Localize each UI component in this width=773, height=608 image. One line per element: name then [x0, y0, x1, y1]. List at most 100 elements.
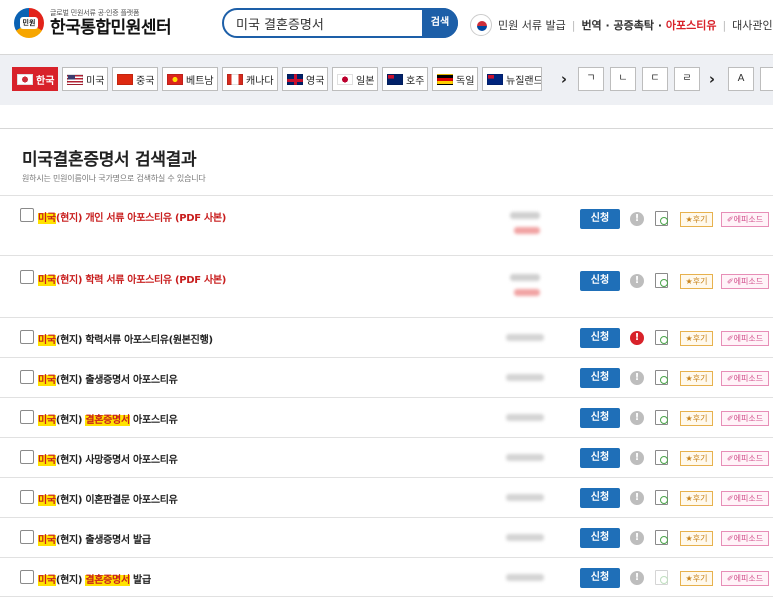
country-tab-canada[interactable]: 캐나다: [222, 67, 278, 91]
result-checkbox[interactable]: [20, 208, 34, 222]
review-button[interactable]: ★후기: [680, 212, 713, 227]
review-button[interactable]: ★후기: [680, 274, 713, 289]
letter-filter-nieun[interactable]: ㄴ: [610, 67, 636, 91]
review-button[interactable]: ★후기: [680, 451, 713, 466]
letter-next-arrow-icon[interactable]: ›: [704, 67, 720, 91]
info-icon[interactable]: !: [630, 371, 644, 385]
episode-button[interactable]: ✐에피소드: [721, 212, 769, 227]
document-preview-icon[interactable]: [655, 330, 668, 345]
result-name[interactable]: 미국(현지) 결혼증명서 아포스티유: [38, 411, 178, 426]
country-tab-korea[interactable]: 한국: [12, 67, 58, 91]
document-preview-icon[interactable]: [655, 211, 668, 226]
result-row: 미국(현지) 학력서류 아포스티유(원본진행) 신청 ! ★후기 ✐에피소드: [0, 317, 773, 357]
result-checkbox[interactable]: [20, 570, 34, 584]
review-button[interactable]: ★후기: [680, 371, 713, 386]
result-name[interactable]: 미국(현지) 사망증명서 아포스티유: [38, 451, 178, 466]
info-icon[interactable]: !: [630, 571, 644, 585]
country-next-arrow-icon[interactable]: ›: [556, 67, 572, 91]
result-checkbox[interactable]: [20, 330, 34, 344]
result-checkbox[interactable]: [20, 450, 34, 464]
review-button[interactable]: ★후기: [680, 491, 713, 506]
country-tab-usa[interactable]: 미국: [62, 67, 108, 91]
result-name[interactable]: 미국(현지) 출생증명서 발급: [38, 531, 151, 546]
apply-button[interactable]: 신청: [580, 488, 620, 508]
info-icon[interactable]: !: [630, 411, 644, 425]
result-checkbox[interactable]: [20, 530, 34, 544]
letter-filter-a[interactable]: A: [728, 67, 754, 91]
review-button[interactable]: ★후기: [680, 331, 713, 346]
result-name[interactable]: 미국(현지) 출생증명서 아포스티유: [38, 371, 178, 386]
info-icon[interactable]: !: [630, 274, 644, 288]
country-tab-uk[interactable]: 영국: [282, 67, 328, 91]
letter-filter-rieul[interactable]: ㄹ: [674, 67, 700, 91]
info-icon[interactable]: !: [630, 331, 644, 345]
country-tab-australia[interactable]: 호주: [382, 67, 428, 91]
apply-button[interactable]: 신청: [580, 368, 620, 388]
review-button[interactable]: ★후기: [680, 571, 713, 586]
episode-button[interactable]: ✐에피소드: [721, 371, 769, 386]
result-checkbox[interactable]: [20, 490, 34, 504]
review-button[interactable]: ★후기: [680, 411, 713, 426]
search-button[interactable]: 검색: [422, 8, 458, 38]
result-row: 미국(현지) 개인 서류 아포스티유 (PDF 사본) 신청 ! ★후기 ✐에피…: [0, 195, 773, 255]
vietnam-flag-icon: [167, 73, 183, 85]
link-document-issue[interactable]: 민원 서류 발급: [498, 17, 566, 33]
search-results: 미국결혼증명서 검색결과 원하시는 민원이름이나 국가명으로 검색하실 수 있습…: [0, 128, 773, 608]
apply-button[interactable]: 신청: [580, 448, 620, 468]
result-row: 미국(현지) 출생증명서 아포스티유 신청 ! ★후기 ✐에피소드: [0, 357, 773, 397]
apply-button[interactable]: 신청: [580, 271, 620, 291]
link-translate-notary[interactable]: 번역 · 공증촉탁 · 아포스티유: [581, 17, 716, 33]
episode-button[interactable]: ✐에피소드: [721, 571, 769, 586]
logo-title: 한국통합민원센터: [50, 18, 172, 38]
result-checkbox[interactable]: [20, 370, 34, 384]
result-name[interactable]: 미국(현지) 개인 서류 아포스티유 (PDF 사본): [38, 209, 226, 224]
info-icon[interactable]: !: [630, 451, 644, 465]
apply-button[interactable]: 신청: [580, 209, 620, 229]
site-header: 민원 글로벌 민원서류 공·인증 플랫폼 한국통합민원센터 검색 민원 서류 발…: [0, 0, 773, 54]
episode-button[interactable]: ✐에피소드: [721, 451, 769, 466]
document-preview-icon[interactable]: [655, 450, 668, 465]
episode-button[interactable]: ✐에피소드: [721, 491, 769, 506]
info-icon[interactable]: !: [630, 531, 644, 545]
apply-button[interactable]: 신청: [580, 528, 620, 548]
document-preview-icon[interactable]: [655, 530, 668, 545]
country-tab-japan[interactable]: 일본: [332, 67, 378, 91]
review-button[interactable]: ★후기: [680, 531, 713, 546]
document-preview-icon: [655, 570, 668, 585]
logo-subtitle: 글로벌 민원서류 공·인증 플랫폼: [50, 9, 140, 17]
site-logo[interactable]: 민원 글로벌 민원서류 공·인증 플랫폼 한국통합민원센터: [14, 8, 172, 38]
letter-filter-giyeok[interactable]: ㄱ: [578, 67, 604, 91]
letter-filter-b[interactable]: [760, 67, 773, 91]
country-tab-china[interactable]: 중국: [112, 67, 158, 91]
episode-button[interactable]: ✐에피소드: [721, 331, 769, 346]
result-name[interactable]: 미국(현지) 학력 서류 아포스티유 (PDF 사본): [38, 271, 226, 286]
letter-filter-digeut[interactable]: ㄷ: [642, 67, 668, 91]
country-tab-germany[interactable]: 독일: [432, 67, 478, 91]
price-sale: [514, 289, 540, 296]
result-name[interactable]: 미국(현지) 이혼판결문 아포스티유: [38, 491, 178, 506]
country-tab-vietnam[interactable]: 베트남: [162, 67, 218, 91]
price: [506, 534, 544, 541]
result-checkbox[interactable]: [20, 270, 34, 284]
document-preview-icon[interactable]: [655, 410, 668, 425]
document-preview-icon[interactable]: [655, 273, 668, 288]
apply-button[interactable]: 신청: [580, 328, 620, 348]
price-sale: [514, 227, 540, 234]
document-preview-icon[interactable]: [655, 370, 668, 385]
result-checkbox[interactable]: [20, 410, 34, 424]
apply-button[interactable]: 신청: [580, 568, 620, 588]
info-icon[interactable]: !: [630, 491, 644, 505]
episode-button[interactable]: ✐에피소드: [721, 531, 769, 546]
result-name[interactable]: 미국(현지) 학력서류 아포스티유(원본진행): [38, 331, 213, 346]
document-preview-icon[interactable]: [655, 490, 668, 505]
link-embassy[interactable]: 대사관인: [732, 17, 772, 33]
country-tab-new-zealand[interactable]: 뉴질랜드: [482, 67, 542, 91]
episode-button[interactable]: ✐에피소드: [721, 411, 769, 426]
search-input[interactable]: [236, 14, 416, 32]
apply-button[interactable]: 신청: [580, 408, 620, 428]
korea-flag-icon: [17, 73, 33, 85]
episode-button[interactable]: ✐에피소드: [721, 274, 769, 289]
result-name[interactable]: 미국(현지) 결혼증명서 발급: [38, 571, 151, 586]
price: [506, 494, 544, 501]
info-icon[interactable]: !: [630, 212, 644, 226]
